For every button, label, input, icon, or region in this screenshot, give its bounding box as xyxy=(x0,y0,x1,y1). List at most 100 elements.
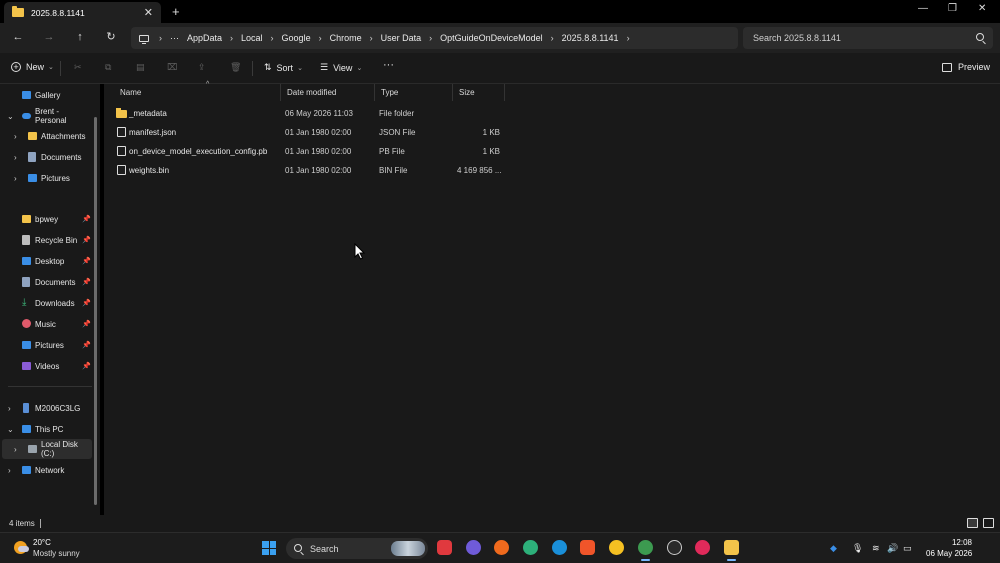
sidebar-item-bpwey[interactable]: bpwey 📌 xyxy=(0,209,92,229)
preview-button[interactable]: Preview xyxy=(942,62,990,72)
chevron-right-icon[interactable]: › xyxy=(8,466,11,475)
breadcrumb-google[interactable]: Google xyxy=(282,33,311,43)
table-row[interactable]: _metadata 06 May 2026 11:03 File folder xyxy=(104,104,514,123)
back-button[interactable]: ← xyxy=(10,29,26,45)
pin-icon[interactable]: 📌 xyxy=(82,341,91,349)
search-icon[interactable] xyxy=(976,33,984,41)
youtube-music-icon[interactable] xyxy=(695,540,710,555)
sort-button[interactable]: ⇅ Sort ⌄ xyxy=(264,62,303,73)
brave-icon[interactable] xyxy=(580,540,595,555)
chevron-right-icon[interactable]: › xyxy=(14,153,17,162)
battery-icon[interactable]: ▭ xyxy=(903,543,912,554)
vivaldi-icon[interactable] xyxy=(437,540,452,555)
sidebar-item-network[interactable]: › Network xyxy=(0,460,92,480)
column-header-size[interactable]: Size xyxy=(453,84,505,101)
sidebar-item-desktop[interactable]: Desktop 📌 xyxy=(0,251,92,271)
table-row[interactable]: weights.bin 01 Jan 1980 02:00 BIN File 4… xyxy=(104,161,514,180)
firefox-icon[interactable] xyxy=(494,540,509,555)
refresh-button[interactable]: ↻ xyxy=(103,29,119,45)
tab-current-folder[interactable]: 2025.8.8.1141 ✕ xyxy=(4,2,161,23)
sidebar-item-pictures-cloud[interactable]: › Pictures xyxy=(0,168,92,188)
pin-icon[interactable]: 📌 xyxy=(82,320,91,328)
sidebar-item-gallery[interactable]: Gallery xyxy=(0,85,92,105)
chrome-icon[interactable] xyxy=(638,540,653,561)
column-header-date[interactable]: Date modified xyxy=(281,84,375,101)
chevron-right-icon[interactable]: › xyxy=(551,33,554,43)
copy-icon[interactable]: ⧉ xyxy=(105,62,111,73)
chevron-right-icon[interactable]: › xyxy=(14,445,17,454)
chevron-right-icon[interactable]: › xyxy=(319,33,322,43)
weather-temperature[interactable]: 20°C xyxy=(33,538,51,547)
wifi-icon[interactable]: ≋ xyxy=(872,543,880,554)
sidebar-item-videos[interactable]: Videos 📌 xyxy=(0,356,92,376)
delete-icon[interactable]: 🗑 xyxy=(230,62,241,73)
breadcrumb-overflow[interactable]: ··· xyxy=(170,33,179,43)
sidebar-item-recycle-bin[interactable]: Recycle Bin 📌 xyxy=(0,230,92,250)
pin-icon[interactable]: 📌 xyxy=(82,236,91,244)
pin-icon[interactable]: 📌 xyxy=(82,215,91,223)
forward-button[interactable]: → xyxy=(41,29,57,45)
rename-icon[interactable]: ⌧ xyxy=(167,62,177,73)
maximize-button[interactable]: ❐ xyxy=(948,3,957,14)
more-options-button[interactable]: ··· xyxy=(383,59,394,71)
defender-icon[interactable]: ◆ xyxy=(830,543,837,554)
details-view-icon[interactable] xyxy=(967,518,978,528)
column-header-name[interactable]: Name ^ xyxy=(114,81,281,101)
search-input[interactable] xyxy=(753,33,963,43)
chrome-canary-icon[interactable] xyxy=(609,540,624,555)
breadcrumb-local[interactable]: Local xyxy=(241,33,263,43)
sidebar-item-downloads[interactable]: ⤓ Downloads 📌 xyxy=(0,293,92,313)
chevron-right-icon[interactable]: › xyxy=(230,33,233,43)
weather-description[interactable]: Mostly sunny xyxy=(33,549,80,558)
table-row[interactable]: on_device_model_execution_config.pb 01 J… xyxy=(104,142,514,161)
pin-icon[interactable]: 📌 xyxy=(82,257,91,265)
pin-icon[interactable]: 📌 xyxy=(82,362,91,370)
paste-icon[interactable]: ▤ xyxy=(136,62,145,73)
breadcrumb-chrome[interactable]: Chrome xyxy=(330,33,362,43)
windows-start-icon[interactable] xyxy=(262,541,276,555)
close-window-button[interactable]: ✕ xyxy=(978,3,986,14)
breadcrumb-user-data[interactable]: User Data xyxy=(381,33,422,43)
search-box[interactable] xyxy=(743,27,993,49)
column-header-type[interactable]: Type xyxy=(375,84,453,101)
cut-icon[interactable]: ✂ xyxy=(74,62,82,73)
sidebar-item-phone[interactable]: › M2006C3LG xyxy=(0,398,92,418)
clock-date[interactable]: 06 May 2026 xyxy=(926,549,972,558)
taskbar-search[interactable]: Search xyxy=(286,538,428,559)
sidebar-item-attachments[interactable]: › Attachments xyxy=(0,126,92,146)
chevron-right-icon[interactable]: › xyxy=(14,174,17,183)
new-button[interactable]: + New ⌄ xyxy=(11,62,54,72)
sidebar-item-documents-cloud[interactable]: › Documents xyxy=(0,147,92,167)
sidebar-item-music[interactable]: Music 📌 xyxy=(0,314,92,334)
tiles-view-icon[interactable] xyxy=(983,518,994,528)
share-icon[interactable]: ⇪ xyxy=(198,62,206,73)
chevron-right-icon[interactable]: › xyxy=(8,404,11,413)
breadcrumb-optguide[interactable]: OptGuideOnDeviceModel xyxy=(440,33,543,43)
chevron-right-icon[interactable]: › xyxy=(271,33,274,43)
pin-icon[interactable]: 📌 xyxy=(82,299,91,307)
chevron-right-icon[interactable]: › xyxy=(14,132,17,141)
pin-icon[interactable]: 📌 xyxy=(82,278,91,286)
sidebar-item-documents[interactable]: Documents 📌 xyxy=(0,272,92,292)
microphone-icon[interactable]: 🎙 xyxy=(852,543,863,554)
breadcrumb-appdata[interactable]: AppData xyxy=(187,33,222,43)
sidebar-item-pictures[interactable]: Pictures 📌 xyxy=(0,335,92,355)
chevron-down-icon[interactable]: ⌄ xyxy=(7,425,14,434)
weather-icon[interactable] xyxy=(14,541,29,554)
edge-icon[interactable] xyxy=(552,540,567,555)
chevron-down-icon[interactable]: ⌄ xyxy=(7,112,14,121)
sidebar-item-onedrive[interactable]: ⌄ Brent - Personal xyxy=(0,106,92,126)
tab-close-icon[interactable]: ✕ xyxy=(144,6,153,19)
breadcrumb-current[interactable]: 2025.8.8.1141 xyxy=(562,33,619,43)
volume-icon[interactable]: 🔊 xyxy=(887,543,898,554)
chevron-right-icon[interactable]: › xyxy=(370,33,373,43)
sidebar-scrollbar[interactable] xyxy=(94,117,97,505)
chevron-right-icon[interactable]: › xyxy=(429,33,432,43)
file-explorer-icon[interactable] xyxy=(724,540,739,561)
sidebar-item-local-disk[interactable]: › Local Disk (C:) xyxy=(2,439,92,459)
edge-beta-icon[interactable] xyxy=(523,540,538,555)
up-button[interactable]: ↑ xyxy=(72,29,88,45)
firefox-developer-icon[interactable] xyxy=(466,540,481,555)
sidebar-item-this-pc[interactable]: ⌄ This PC xyxy=(0,419,92,439)
address-bar[interactable]: › ··· AppData › Local › Google › Chrome … xyxy=(131,27,738,49)
